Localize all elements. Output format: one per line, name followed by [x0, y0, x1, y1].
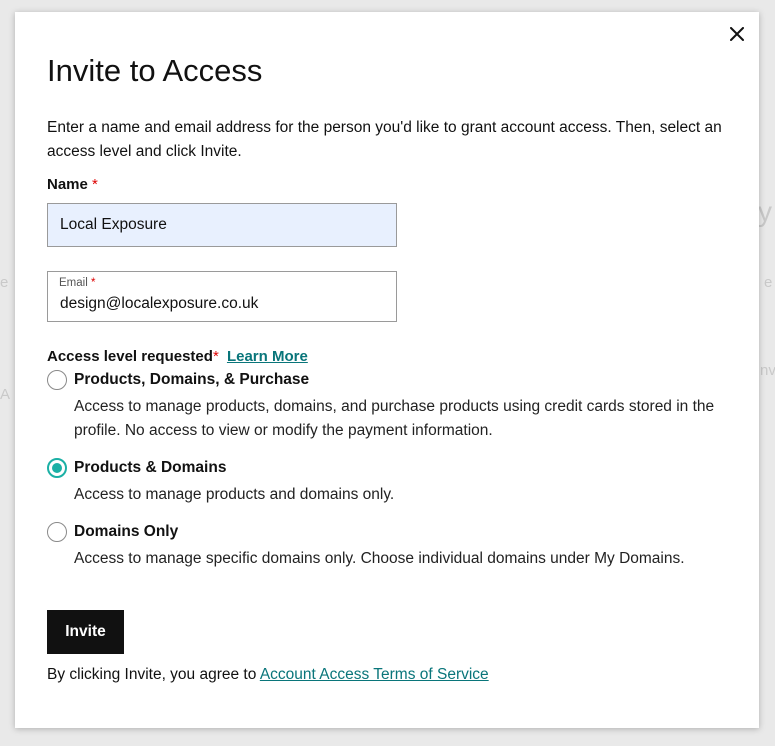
intro-text: Enter a name and email address for the p…	[47, 119, 722, 160]
option-description: Access to manage products and domains on…	[74, 486, 395, 503]
email-field[interactable]: Email * design@localexposure.co.uk	[47, 271, 397, 322]
background-fragment: A	[0, 386, 11, 403]
required-mark: *	[92, 176, 98, 193]
name-input-value: Local Exposure	[60, 216, 167, 233]
close-button[interactable]	[725, 24, 749, 48]
learn-more-link[interactable]: Learn More	[227, 348, 308, 365]
required-mark: *	[90, 277, 96, 289]
name-label: Name *	[47, 176, 98, 193]
name-label-text: Name	[47, 176, 88, 193]
background-fragment: nv	[760, 362, 775, 379]
terms-notice: By clicking Invite, you agree to Account…	[47, 666, 489, 684]
option-description: Access to manage specific domains only. …	[74, 550, 685, 567]
option-title: Products & Domains	[74, 459, 227, 476]
email-value: design@localexposure.co.uk	[60, 295, 259, 312]
terms-of-service-link[interactable]: Account Access Terms of Service	[260, 666, 489, 683]
radio-button-selected[interactable]	[47, 458, 67, 478]
email-label-text: Email	[59, 277, 88, 289]
email-label: Email *	[59, 277, 95, 289]
access-level-label: Access level requested* Learn More	[47, 348, 308, 365]
terms-notice-text: By clicking Invite, you agree to	[47, 666, 260, 683]
background-fragment: y	[758, 196, 772, 227]
close-icon	[730, 26, 744, 46]
background-fragment: e	[0, 274, 9, 291]
background-fragment: e	[764, 274, 773, 291]
radio-button[interactable]	[47, 522, 67, 542]
option-title: Products, Domains, & Purchase	[74, 371, 310, 388]
access-level-label-text: Access level requested	[47, 348, 213, 365]
name-input[interactable]: Local Exposure	[47, 203, 397, 247]
option-description: Access to manage products, domains, and …	[74, 398, 715, 439]
radio-button[interactable]	[47, 370, 67, 390]
required-mark: *	[212, 348, 219, 365]
option-title: Domains Only	[74, 523, 179, 540]
invite-button[interactable]: Invite	[47, 610, 124, 654]
invite-modal: Invite to Access Enter a name and email …	[15, 12, 759, 728]
modal-title: Invite to Access	[47, 53, 263, 88]
